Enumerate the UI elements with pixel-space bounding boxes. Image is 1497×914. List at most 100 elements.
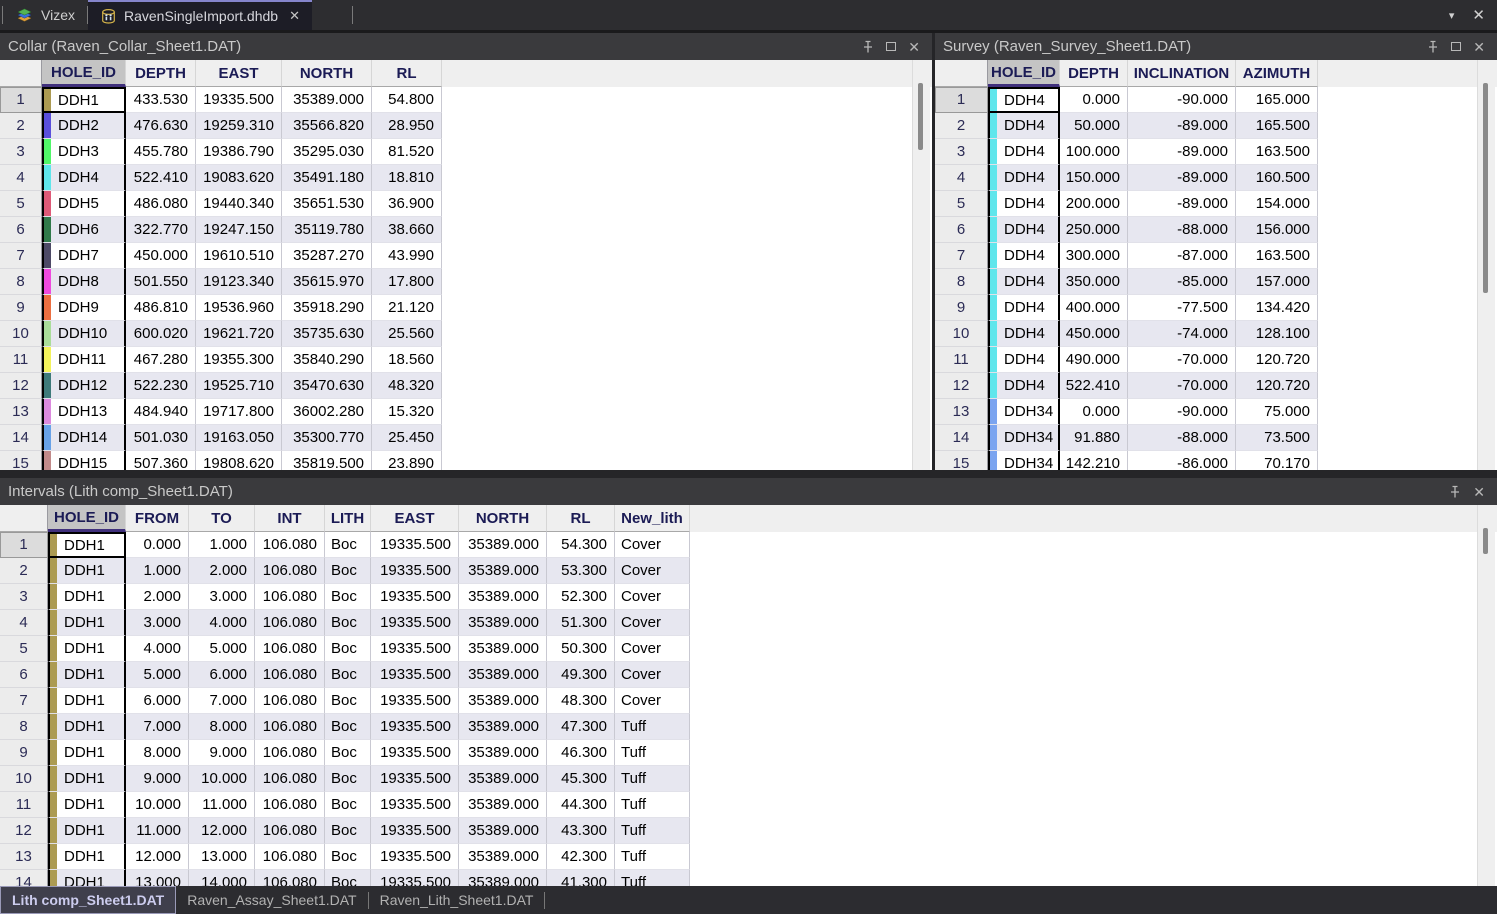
grid-cell[interactable]: 19525.710 (196, 373, 282, 399)
row-number[interactable]: 15 (0, 451, 42, 470)
grid-cell[interactable]: 35389.000 (459, 558, 547, 584)
maximize-icon[interactable] (886, 42, 896, 51)
grid-cell[interactable]: 35389.000 (459, 870, 547, 886)
grid-cell[interactable]: DDH14 (42, 425, 126, 451)
grid-cell[interactable]: 18.810 (372, 165, 442, 191)
grid-cell[interactable]: 8.000 (126, 740, 189, 766)
grid-cell[interactable]: Tuff (615, 792, 690, 818)
grid-cell[interactable]: 91.880 (1060, 425, 1128, 451)
grid-cell[interactable]: 43.300 (547, 818, 615, 844)
grid-cell[interactable]: 35840.290 (282, 347, 372, 373)
grid-cell[interactable]: 0.000 (1060, 87, 1128, 113)
row-number[interactable]: 9 (0, 295, 42, 321)
row-number[interactable]: 2 (935, 113, 988, 139)
grid-cell[interactable]: 35389.000 (282, 87, 372, 113)
grid-cell[interactable]: 13.000 (126, 870, 189, 886)
grid-cell[interactable]: 14.000 (189, 870, 255, 886)
grid-cell[interactable]: DDH1 (48, 636, 126, 662)
grid-cell[interactable]: 41.300 (547, 870, 615, 886)
grid-cell[interactable]: 35389.000 (459, 792, 547, 818)
grid-cell[interactable]: 15.320 (372, 399, 442, 425)
grid-cell[interactable]: 106.080 (255, 558, 325, 584)
grid-cell[interactable]: DDH4 (988, 165, 1060, 191)
row-number[interactable]: 5 (935, 191, 988, 217)
column-header-rl[interactable]: RL (547, 505, 615, 532)
grid-cell[interactable]: 300.000 (1060, 243, 1128, 269)
grid-cell[interactable]: 19335.500 (371, 558, 459, 584)
column-header-east[interactable]: EAST (371, 505, 459, 532)
grid-cell[interactable]: 25.560 (372, 321, 442, 347)
row-number[interactable]: 10 (0, 766, 48, 792)
grid-cell[interactable]: 160.500 (1236, 165, 1318, 191)
grid-cell[interactable]: 6.000 (189, 662, 255, 688)
grid-cell[interactable]: 73.500 (1236, 425, 1318, 451)
row-number[interactable]: 1 (0, 532, 48, 558)
grid-cell[interactable]: DDH1 (48, 766, 126, 792)
grid-cell[interactable]: -88.000 (1128, 217, 1236, 243)
row-number[interactable]: 9 (935, 295, 988, 321)
grid-cell[interactable]: 106.080 (255, 792, 325, 818)
grid-cell[interactable]: 10.000 (189, 766, 255, 792)
grid-cell[interactable]: DDH4 (42, 165, 126, 191)
grid-cell[interactable]: 35819.500 (282, 451, 372, 470)
grid-cell[interactable]: 1.000 (126, 558, 189, 584)
grid-cell[interactable]: 19335.500 (196, 87, 282, 113)
grid-cell[interactable]: 200.000 (1060, 191, 1128, 217)
grid-cell[interactable]: DDH3 (42, 139, 126, 165)
grid-cell[interactable]: 21.120 (372, 295, 442, 321)
grid-cell[interactable]: DDH4 (988, 87, 1060, 113)
grid-cell[interactable]: Tuff (615, 844, 690, 870)
row-number[interactable]: 15 (935, 451, 988, 470)
grid-cell[interactable]: 3.000 (126, 610, 189, 636)
grid-cell[interactable]: 484.940 (126, 399, 196, 425)
row-number[interactable]: 10 (0, 321, 42, 347)
grid-cell[interactable]: 120.720 (1236, 373, 1318, 399)
grid-cell[interactable]: 48.320 (372, 373, 442, 399)
row-number[interactable]: 6 (935, 217, 988, 243)
grid-cell[interactable]: 350.000 (1060, 269, 1128, 295)
grid-cell[interactable]: 35491.180 (282, 165, 372, 191)
grid-cell[interactable]: 142.210 (1060, 451, 1128, 470)
grid-cell[interactable]: 35287.270 (282, 243, 372, 269)
row-number[interactable]: 11 (0, 792, 48, 818)
grid-cell[interactable]: DDH1 (48, 610, 126, 636)
grid-cell[interactable]: 106.080 (255, 818, 325, 844)
grid-cell[interactable]: 106.080 (255, 714, 325, 740)
grid-cell[interactable]: 0.000 (1060, 399, 1128, 425)
grid-cell[interactable]: 19335.500 (371, 688, 459, 714)
grid-cell[interactable]: 467.280 (126, 347, 196, 373)
tab-ravensingleimport[interactable]: RavenSingleImport.dhdb ✕ (88, 0, 312, 30)
grid-cell[interactable]: 19808.620 (196, 451, 282, 470)
grid-cell[interactable]: DDH8 (42, 269, 126, 295)
row-number[interactable]: 5 (0, 191, 42, 217)
grid-cell[interactable]: 106.080 (255, 636, 325, 662)
grid-cell[interactable]: 8.000 (189, 714, 255, 740)
row-number[interactable]: 14 (0, 425, 42, 451)
grid-cell[interactable]: 19386.790 (196, 139, 282, 165)
grid-cell[interactable]: 1.000 (189, 532, 255, 558)
grid-cell[interactable]: 19335.500 (371, 584, 459, 610)
grid-cell[interactable]: 106.080 (255, 584, 325, 610)
grid-cell[interactable]: 11.000 (126, 818, 189, 844)
grid-cell[interactable]: 501.030 (126, 425, 196, 451)
grid-cell[interactable]: 19123.340 (196, 269, 282, 295)
grid-cell[interactable]: 106.080 (255, 870, 325, 886)
grid-cell[interactable]: 35566.820 (282, 113, 372, 139)
grid-cell[interactable]: 48.300 (547, 688, 615, 714)
row-number[interactable]: 4 (0, 165, 42, 191)
row-number[interactable]: 11 (0, 347, 42, 373)
intervals-vertical-scrollbar[interactable] (1477, 505, 1495, 886)
scrollbar-thumb[interactable] (1483, 83, 1488, 293)
grid-cell[interactable]: -70.000 (1128, 373, 1236, 399)
grid-cell[interactable]: DDH1 (42, 87, 126, 113)
grid-cell[interactable]: 150.000 (1060, 165, 1128, 191)
grid-cell[interactable]: 35389.000 (459, 610, 547, 636)
grid-cell[interactable]: 35470.630 (282, 373, 372, 399)
row-number[interactable]: 7 (935, 243, 988, 269)
grid-cell[interactable]: 490.000 (1060, 347, 1128, 373)
grid-cell[interactable]: 106.080 (255, 740, 325, 766)
grid-cell[interactable]: -89.000 (1128, 165, 1236, 191)
grid-cell[interactable]: Cover (615, 532, 690, 558)
row-number[interactable]: 1 (0, 87, 42, 113)
grid-cell[interactable]: 165.500 (1236, 113, 1318, 139)
